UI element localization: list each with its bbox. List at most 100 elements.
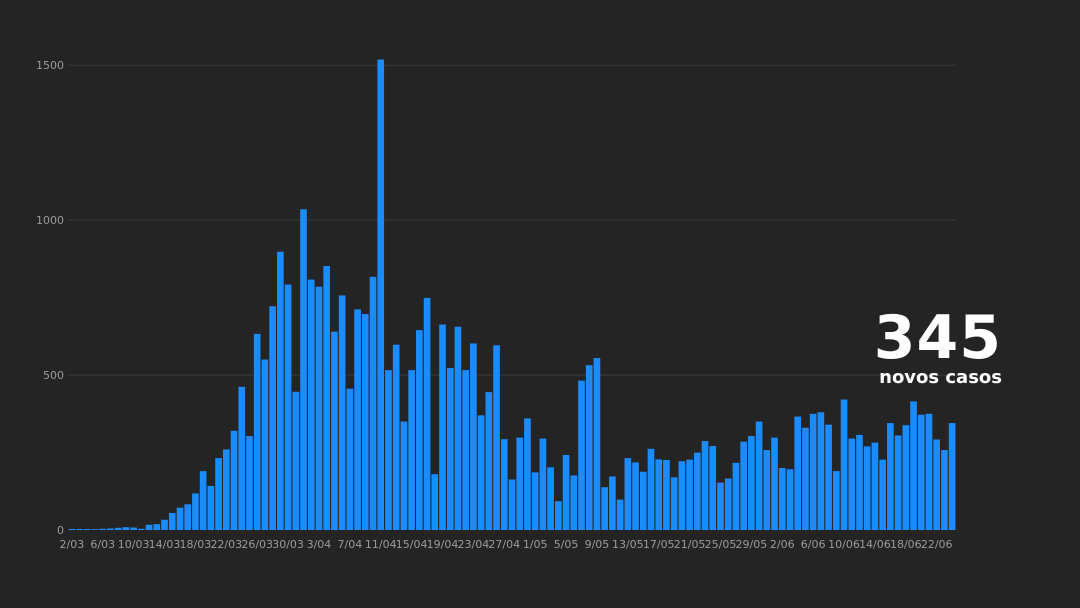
bar	[593, 358, 601, 530]
bar	[748, 436, 755, 530]
bar	[323, 265, 330, 530]
bar	[138, 528, 145, 530]
bar	[400, 421, 408, 530]
x-tick-label: 14/03	[149, 538, 181, 551]
bar	[609, 476, 616, 530]
bar	[300, 209, 307, 530]
bar	[385, 370, 392, 530]
bar	[122, 527, 130, 530]
bar	[825, 424, 832, 530]
bar	[802, 427, 809, 530]
bar	[153, 524, 161, 530]
bar	[168, 512, 176, 530]
bar	[941, 450, 948, 530]
bar	[68, 529, 76, 530]
bar	[917, 414, 925, 530]
bar	[925, 413, 933, 530]
bar	[771, 437, 778, 530]
bar	[145, 524, 153, 530]
bar	[184, 504, 192, 530]
bar	[83, 529, 91, 530]
bar	[539, 438, 547, 530]
bar	[253, 333, 261, 530]
bar	[709, 446, 717, 530]
bar	[578, 380, 585, 530]
headline-value: 345	[873, 303, 1002, 373]
bar	[555, 501, 562, 530]
x-tick-label: 2/03	[60, 538, 85, 551]
x-tick-label: 3/04	[307, 538, 332, 551]
x-tick-label: 13/05	[612, 538, 644, 551]
bar	[284, 284, 292, 530]
x-tick-label: 2/06	[770, 538, 795, 551]
x-tick-label: 6/03	[90, 538, 115, 551]
bar	[493, 345, 500, 530]
bar	[755, 421, 763, 530]
x-tick-label: 29/05	[736, 538, 768, 551]
bar	[879, 459, 886, 530]
bar	[531, 472, 539, 530]
bar	[439, 324, 446, 530]
bar	[277, 251, 284, 530]
bar	[778, 468, 786, 530]
bar	[524, 418, 531, 530]
bar	[315, 286, 323, 530]
x-tick-label: 17/05	[643, 538, 675, 551]
bar	[616, 499, 624, 530]
bar	[848, 438, 856, 530]
bar	[462, 370, 469, 530]
bar	[894, 435, 902, 530]
bar	[663, 459, 670, 530]
bar	[585, 365, 593, 530]
bar	[832, 471, 840, 530]
bar	[740, 441, 747, 530]
x-tick-label: 7/04	[337, 538, 362, 551]
bar	[655, 459, 663, 530]
bar	[246, 436, 253, 530]
bar	[678, 461, 686, 530]
bar	[701, 441, 709, 530]
x-tick-label: 21/05	[674, 538, 706, 551]
x-tick-label: 18/03	[180, 538, 212, 551]
bar	[686, 459, 693, 530]
bar	[809, 413, 817, 530]
bar	[624, 458, 632, 530]
bar	[238, 386, 246, 530]
x-tick-label: 27/04	[488, 538, 520, 551]
bar	[763, 450, 771, 530]
bar	[948, 423, 956, 530]
bar	[454, 326, 462, 530]
x-tick-label: 14/06	[859, 538, 891, 551]
bar	[717, 482, 724, 530]
bar	[500, 439, 508, 530]
bar	[902, 425, 910, 530]
bar	[161, 519, 168, 530]
bar	[176, 507, 184, 530]
bar	[446, 367, 454, 530]
x-tick-label: 10/03	[118, 538, 150, 551]
bar	[331, 331, 338, 530]
y-tick-label: 0	[57, 524, 64, 537]
bar	[547, 467, 554, 530]
x-tick-label: 1/05	[523, 538, 548, 551]
x-tick-label: 23/04	[458, 538, 490, 551]
bar	[933, 439, 941, 530]
x-tick-label: 22/06	[921, 538, 953, 551]
bar	[408, 370, 415, 530]
bar	[670, 477, 678, 530]
x-tick-label: 25/05	[705, 538, 737, 551]
bar	[863, 446, 871, 530]
bar	[292, 391, 300, 530]
bar	[207, 485, 215, 530]
bar	[632, 462, 639, 530]
bar	[361, 314, 369, 530]
x-tick-label: 22/03	[210, 538, 242, 551]
bar	[307, 279, 315, 530]
bar	[99, 528, 107, 530]
bar	[887, 423, 894, 530]
bar	[910, 401, 917, 530]
x-tick-label: 10/06	[828, 538, 860, 551]
bar	[794, 416, 802, 530]
bar	[470, 343, 477, 530]
bar	[91, 529, 99, 530]
